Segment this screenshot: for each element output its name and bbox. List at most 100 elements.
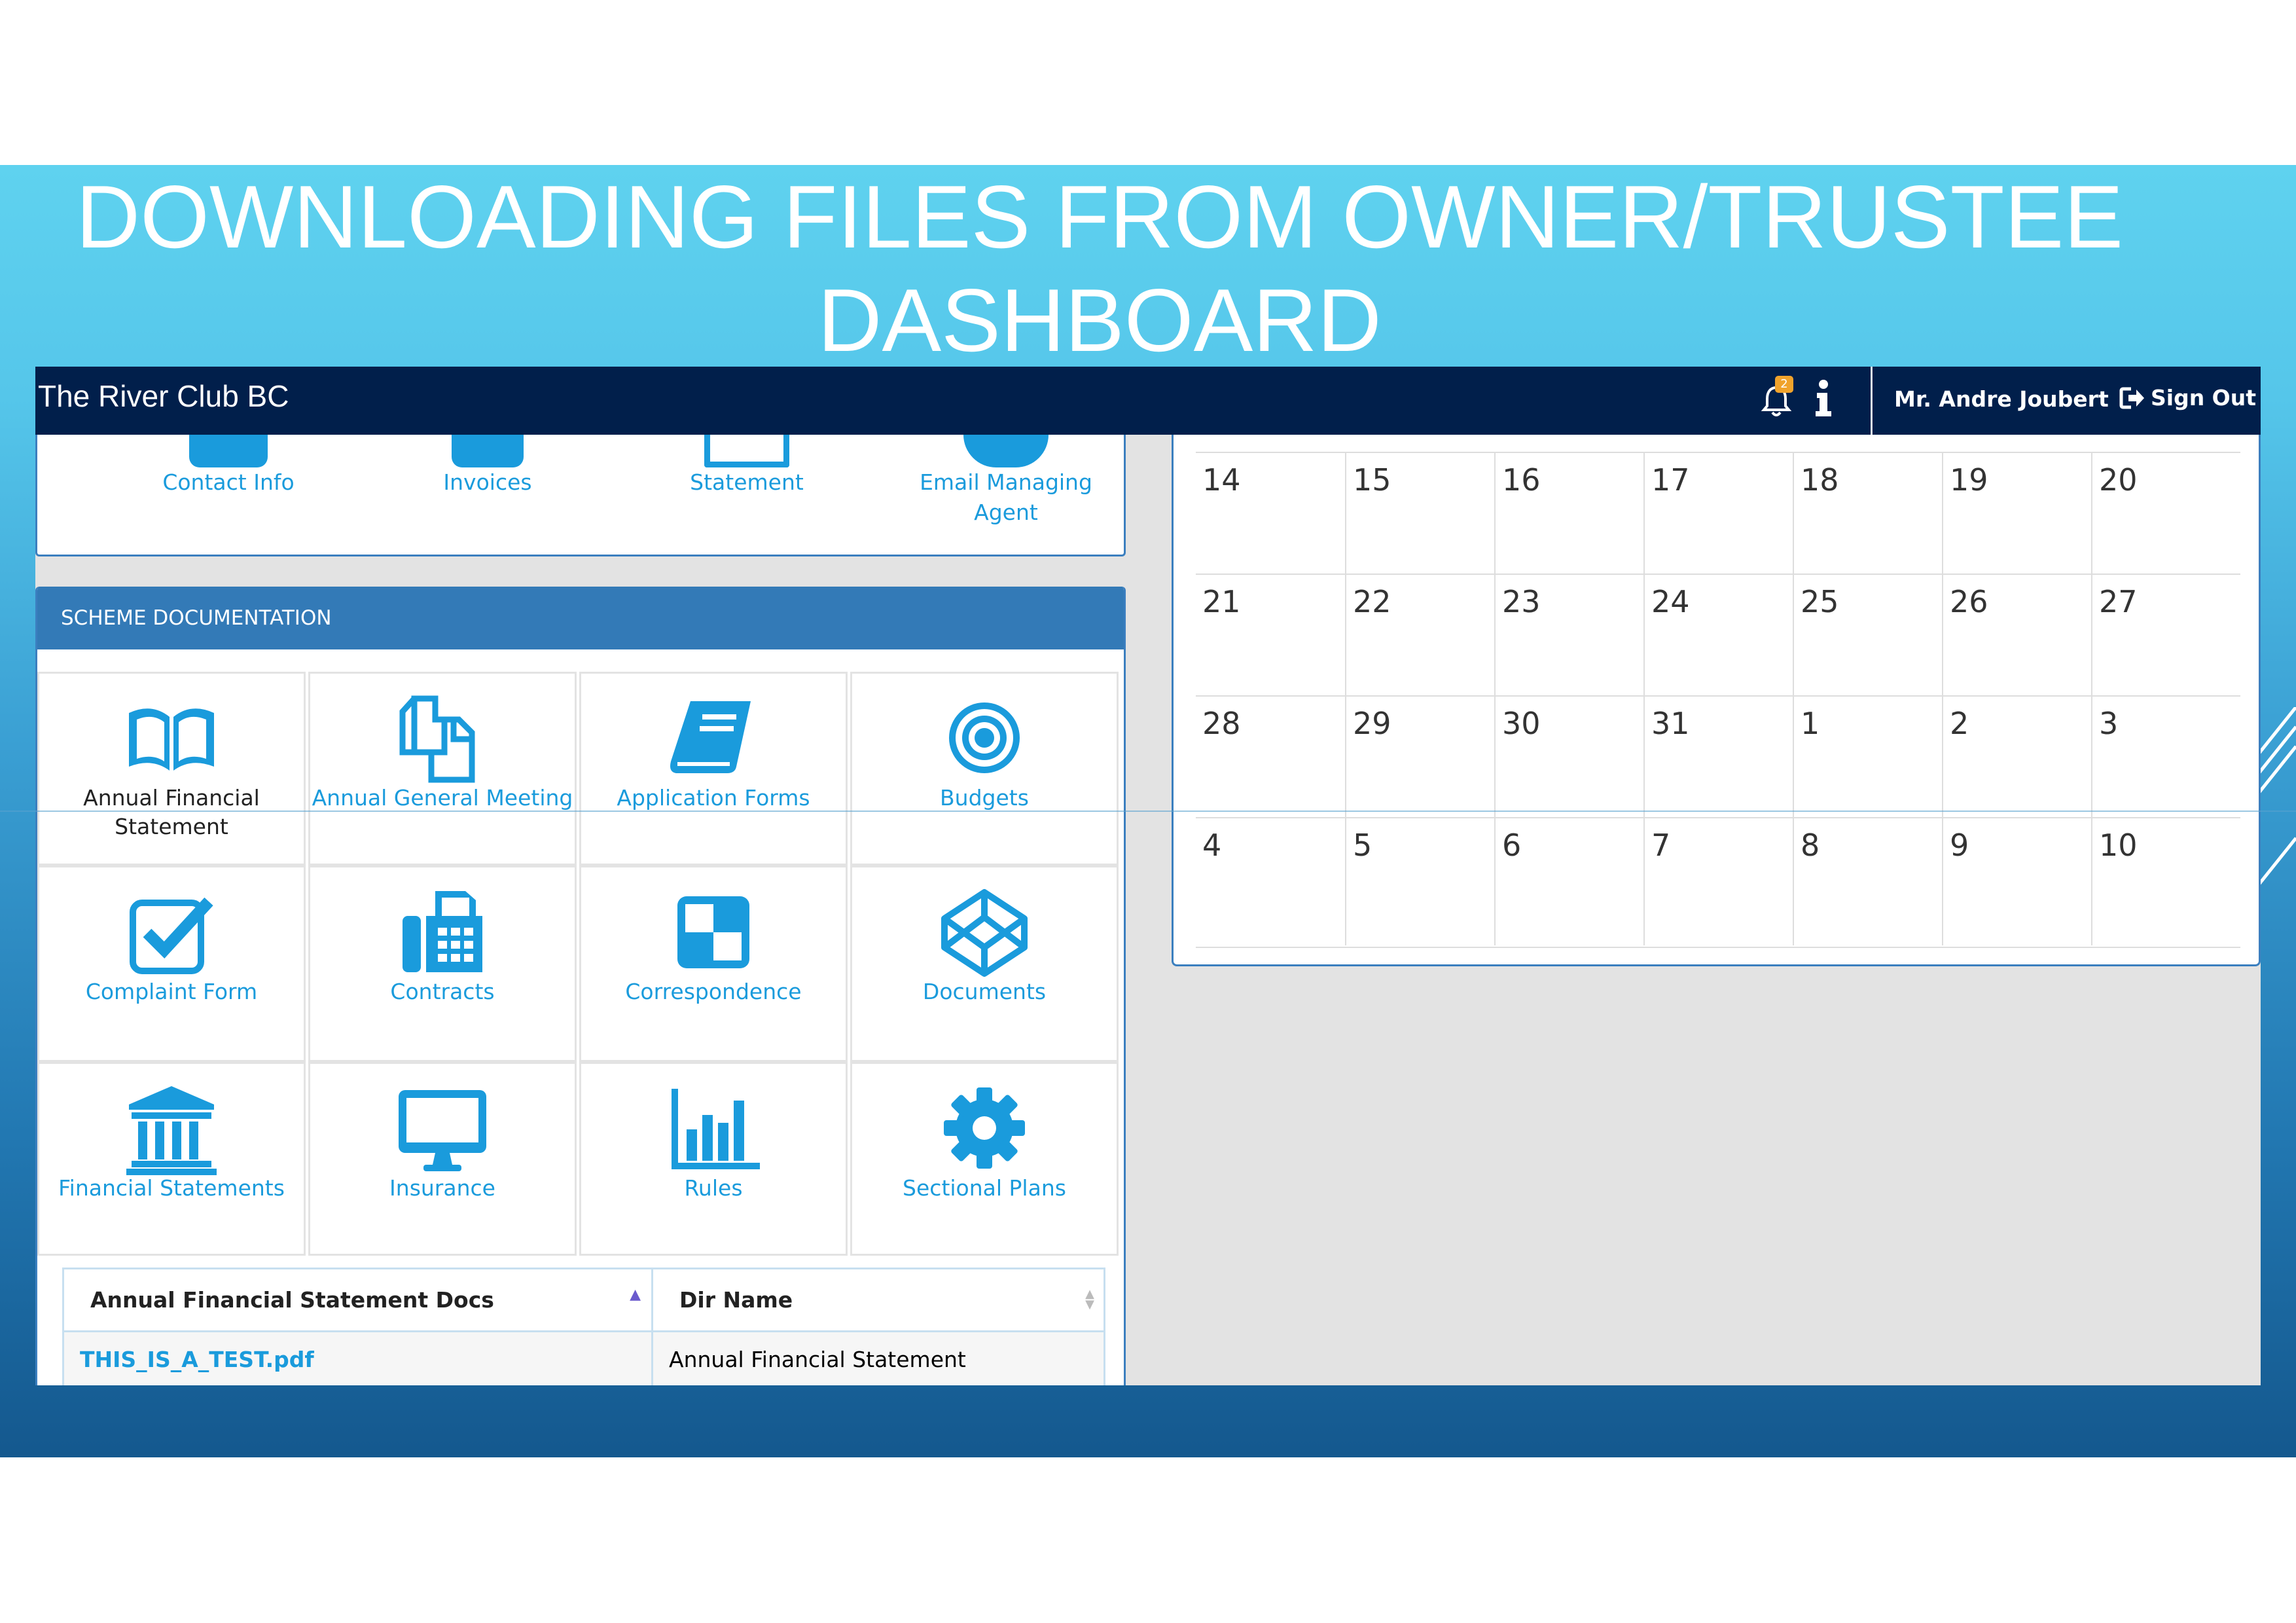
contact-info-link[interactable]: Contact Info [111,435,346,498]
file-link[interactable]: THIS_IS_A_TEST.pdf [62,1330,653,1385]
tile-label: Sectional Plans [903,1175,1066,1201]
calendar-day[interactable]: 16 [1494,453,1643,574]
tile-insurance[interactable]: Insurance [308,1062,577,1256]
dashboard-screenshot: The River Club BC 2 Mr. Andre Joubert Si… [35,367,2261,1385]
copy-files-icon [399,695,475,783]
contact-info-label: Contact Info [162,469,295,495]
navbar-separator [1871,367,1873,435]
gear-icon [944,1087,1025,1169]
calendar-day[interactable]: 20 [2091,453,2240,574]
calendar-day[interactable]: 3 [2091,697,2240,817]
tile-rules[interactable]: Rules [579,1062,848,1256]
statement-icon [704,435,789,467]
sign-out-label: Sign Out [2151,385,2257,410]
tile-label: Annual Financial Statement [83,785,260,839]
calendar-panel: 14 15 16 17 18 19 20 21 22 23 24 25 26 2… [1172,435,2261,966]
tile-label: Budgets [940,785,1029,811]
statement-label: Statement [690,469,804,495]
calendar-day[interactable]: 25 [1793,575,1942,695]
tile-correspondence[interactable]: Correspondence [579,866,848,1062]
codepen-icon [941,889,1028,977]
calendar-day[interactable]: 22 [1345,575,1494,695]
tile-annual-general-meeting[interactable]: Annual General Meeting [308,672,577,866]
open-book-icon [129,708,214,771]
tile-sectional-plans[interactable]: Sectional Plans [850,1062,1119,1256]
email-managing-agent-link[interactable]: Email Managing Agent [888,435,1124,528]
calendar-day[interactable]: 7 [1643,818,1793,945]
info-icon[interactable] [1810,378,1837,420]
calendar-day[interactable]: 28 [1196,697,1345,817]
calendar-day[interactable]: 9 [1942,818,2091,945]
quick-links-panel: Contact Info Invoices Statement Email Ma… [35,435,1126,556]
tile-label: Financial Statements [58,1175,285,1201]
email-icon [963,435,1049,467]
calendar-day[interactable]: 21 [1196,575,1345,695]
user-icon [189,435,268,467]
tile-complaint-form[interactable]: Complaint Form [37,866,306,1062]
bank-icon [126,1086,217,1175]
checker-icon [677,896,749,968]
tile-label: Documents [922,979,1047,1004]
calendar-day[interactable]: 24 [1643,575,1793,695]
calendar-week: 28 29 30 31 1 2 3 [1196,695,2240,817]
statement-link[interactable]: Statement [629,435,865,498]
target-icon [949,702,1020,773]
table-header-row: Annual Financial Statement Docs ▲ Dir Na… [62,1267,1105,1332]
calendar-day[interactable]: 18 [1793,453,1942,574]
tile-budgets[interactable]: Budgets [850,672,1119,866]
calendar-bottom-rule [1196,947,2240,948]
slide-title: DOWNLOADING FILES FROM OWNER/TRUSTEE DAS… [0,165,2199,370]
tile-contracts[interactable]: Contracts [308,866,577,1062]
tile-application-forms[interactable]: Application Forms [579,672,848,866]
tile-label: Contracts [390,979,495,1004]
column-header-dir-name[interactable]: Dir Name ▲ ▼ [651,1267,1105,1332]
invoices-label: Invoices [443,469,532,495]
calendar-day[interactable]: 6 [1494,818,1643,945]
calendar-day[interactable]: 26 [1942,575,2091,695]
tile-financial-statements[interactable]: Financial Statements [37,1062,306,1256]
calendar-day[interactable]: 1 [1793,697,1942,817]
calendar-grid: 14 15 16 17 18 19 20 21 22 23 24 25 26 2… [1196,452,2240,945]
calendar-day[interactable]: 5 [1345,818,1494,945]
notification-badge: 2 [1775,376,1793,393]
brand-title[interactable]: The River Club BC [38,378,289,414]
calendar-day[interactable]: 27 [2091,575,2240,695]
calendar-day[interactable]: 17 [1643,453,1793,574]
calendar-day[interactable]: 10 [2091,818,2240,945]
tile-label: Application Forms [617,785,810,811]
column-header-docs[interactable]: Annual Financial Statement Docs ▲ [62,1267,653,1332]
calendar-day[interactable]: 19 [1942,453,2091,574]
calendar-day[interactable]: 4 [1196,818,1345,945]
slide: DOWNLOADING FILES FROM OWNER/TRUSTEE DAS… [0,0,2296,1623]
tile-documents[interactable]: Documents [850,866,1119,1062]
email-managing-agent-label: Email Managing Agent [920,469,1092,525]
calendar-day[interactable]: 2 [1942,697,2091,817]
bar-chart-icon [672,1089,760,1169]
table-row: THIS_IS_A_TEST.pdf Annual Financial Stat… [62,1330,1105,1385]
calendar-day[interactable]: 23 [1494,575,1643,695]
calendar-day[interactable]: 15 [1345,453,1494,574]
tile-label: Correspondence [625,979,802,1004]
slide-title-line-1: DOWNLOADING FILES FROM OWNER/TRUSTEE [75,167,2124,266]
calendar-day[interactable]: 29 [1345,697,1494,817]
tile-label: Insurance [389,1175,495,1201]
scheme-documentation-panel: SCHEME DOCUMENTATION Annual Financial St… [35,587,1126,1385]
column-header-docs-label: Annual Financial Statement Docs [90,1287,494,1313]
sort-ascending-icon[interactable]: ▲ [630,1286,641,1303]
invoices-link[interactable]: Invoices [370,435,605,498]
column-header-dir-label: Dir Name [679,1287,793,1313]
calendar-week: 4 5 6 7 8 9 10 [1196,817,2240,945]
calendar-day[interactable]: 8 [1793,818,1942,945]
tile-label: Complaint Form [85,979,258,1004]
horizontal-guide-line [0,811,2296,812]
calendar-day[interactable]: 31 [1643,697,1793,817]
calendar-day[interactable]: 30 [1494,697,1643,817]
calendar-day[interactable]: 14 [1196,453,1345,574]
sign-out-icon [2119,387,2144,409]
user-name[interactable]: Mr. Andre Joubert [1894,386,2109,412]
sign-out-button[interactable]: Sign Out [2119,385,2256,410]
tile-annual-financial-statement[interactable]: Annual Financial Statement [37,672,306,866]
book-icon [670,701,751,773]
sort-icon[interactable]: ▲ ▼ [1085,1288,1094,1311]
calendar-week: 14 15 16 17 18 19 20 [1196,452,2240,574]
